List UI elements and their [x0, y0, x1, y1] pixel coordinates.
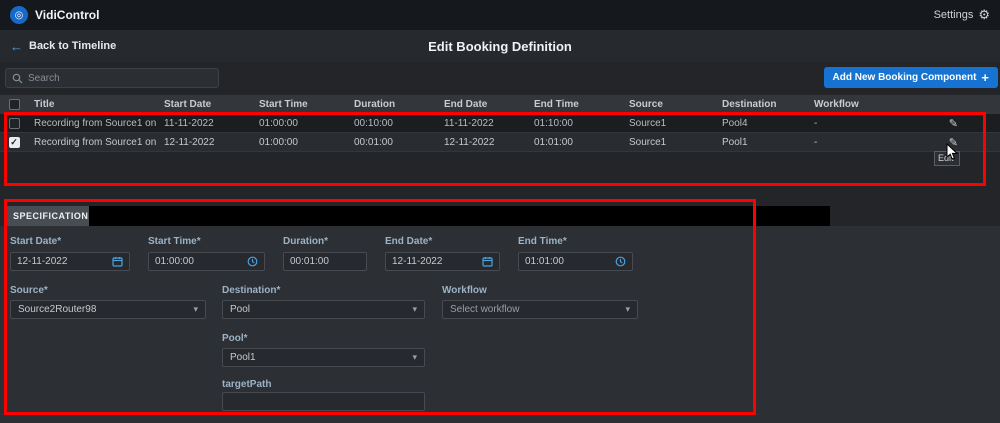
table-header: Title Start Date Start Time Duration End… [0, 95, 1000, 114]
source-value: Source2Router98 [18, 304, 96, 315]
back-to-timeline-button[interactable]: ← Back to Timeline [10, 39, 116, 54]
col-start-date: Start Date [158, 99, 253, 110]
settings-button[interactable]: Settings ⚙ [934, 7, 990, 23]
row-checkbox[interactable]: ✓ [9, 137, 20, 148]
edit-pencil-icon[interactable]: ✎ [949, 136, 958, 149]
start-date-label: Start Date* [10, 236, 61, 247]
row-destination: Pool4 [716, 118, 808, 129]
pool-dropdown[interactable]: Pool1 ▾ [222, 348, 425, 367]
end-time-label: End Time* [518, 236, 567, 247]
duration-input[interactable] [290, 256, 360, 267]
table-row[interactable]: Recording from Source1 on Pool4 11-11-20… [0, 114, 1000, 133]
row-title: Recording from Source1 on Pool4 [28, 118, 158, 129]
app-window: ◎ VidiControl Settings ⚙ ← Back to Timel… [0, 0, 1000, 423]
end-date-field[interactable] [385, 252, 500, 271]
row-workflow: - [808, 118, 903, 129]
row-start-time: 01:00:00 [253, 118, 348, 129]
end-date-label: End Date* [385, 236, 432, 247]
app-title: VidiControl [35, 8, 99, 22]
calendar-icon[interactable] [112, 256, 123, 267]
destination-label: Destination* [222, 285, 280, 296]
add-button-label: Add New Booking Component [833, 72, 977, 83]
row-start-date: 11-11-2022 [158, 118, 253, 129]
sub-header: ← Back to Timeline Edit Booking Definiti… [0, 30, 1000, 62]
workflow-value: Select workflow [450, 304, 519, 315]
duration-field[interactable] [283, 252, 367, 271]
targetpath-input[interactable] [229, 396, 418, 407]
targetpath-label: targetPath [222, 379, 271, 390]
start-date-field[interactable] [10, 252, 130, 271]
chevron-down-icon: ▾ [412, 304, 417, 315]
vidicontrol-logo-icon: ◎ [10, 6, 28, 24]
row-start-date: 12-11-2022 [158, 137, 253, 148]
back-arrow-icon: ← [10, 39, 23, 54]
col-start-time: Start Time [253, 99, 348, 110]
start-time-input[interactable] [155, 256, 243, 267]
start-time-label: Start Time* [148, 236, 201, 247]
calendar-icon[interactable] [482, 256, 493, 267]
edit-tooltip: Edit [934, 151, 960, 166]
pool-value: Pool1 [230, 352, 256, 363]
col-title: Title [28, 99, 158, 110]
source-dropdown[interactable]: Source2Router98 ▾ [10, 300, 206, 319]
duration-label: Duration* [283, 236, 328, 247]
clock-icon[interactable] [247, 256, 258, 267]
top-bar: ◎ VidiControl Settings ⚙ [0, 0, 1000, 30]
col-duration: Duration [348, 99, 438, 110]
tab-specification[interactable]: SPECIFICATION [5, 206, 96, 226]
row-end-date: 11-11-2022 [438, 118, 528, 129]
settings-label: Settings [934, 9, 974, 21]
destination-value: Pool [230, 304, 250, 315]
row-duration: 00:10:00 [348, 118, 438, 129]
chevron-down-icon: ▾ [625, 304, 630, 315]
back-label: Back to Timeline [29, 40, 116, 52]
pool-label: Pool* [222, 333, 248, 344]
search-box[interactable] [5, 68, 219, 88]
row-end-time: 01:01:00 [528, 137, 623, 148]
source-label: Source* [10, 285, 48, 296]
col-source: Source [623, 99, 716, 110]
table-row-selected[interactable]: ✓ Recording from Source1 on Pool1 12-11-… [0, 133, 1000, 152]
clock-icon[interactable] [615, 256, 626, 267]
gear-icon[interactable]: ⚙ [978, 7, 990, 23]
redaction-bar [89, 206, 830, 226]
col-end-date: End Date [438, 99, 528, 110]
start-date-input[interactable] [17, 256, 108, 267]
start-time-field[interactable] [148, 252, 265, 271]
destination-dropdown[interactable]: Pool ▾ [222, 300, 425, 319]
add-new-booking-component-button[interactable]: Add New Booking Component + [824, 67, 998, 88]
end-time-field[interactable] [518, 252, 633, 271]
search-input[interactable] [28, 73, 212, 84]
col-workflow: Workflow [808, 99, 903, 110]
select-all-checkbox[interactable] [9, 99, 20, 110]
workflow-label: Workflow [442, 285, 487, 296]
chevron-down-icon: ▾ [193, 304, 198, 315]
chevron-down-icon: ▾ [412, 352, 417, 363]
row-duration: 00:01:00 [348, 137, 438, 148]
row-checkbox[interactable] [9, 118, 20, 129]
row-workflow: - [808, 137, 903, 148]
row-end-time: 01:10:00 [528, 118, 623, 129]
plus-icon: + [981, 70, 989, 85]
edit-pencil-icon[interactable]: ✎ [949, 117, 958, 130]
col-destination: Destination [716, 99, 808, 110]
search-icon [12, 73, 23, 84]
targetpath-field[interactable] [222, 392, 425, 411]
row-source: Source1 [623, 137, 716, 148]
col-end-time: End Time [528, 99, 623, 110]
brand: ◎ VidiControl [10, 6, 99, 24]
page-title: Edit Booking Definition [0, 30, 1000, 62]
row-end-date: 12-11-2022 [438, 137, 528, 148]
row-destination: Pool1 [716, 137, 808, 148]
row-title: Recording from Source1 on Pool1 [28, 137, 158, 148]
end-date-input[interactable] [392, 256, 478, 267]
row-source: Source1 [623, 118, 716, 129]
workflow-dropdown[interactable]: Select workflow ▾ [442, 300, 638, 319]
end-time-input[interactable] [525, 256, 611, 267]
row-start-time: 01:00:00 [253, 137, 348, 148]
